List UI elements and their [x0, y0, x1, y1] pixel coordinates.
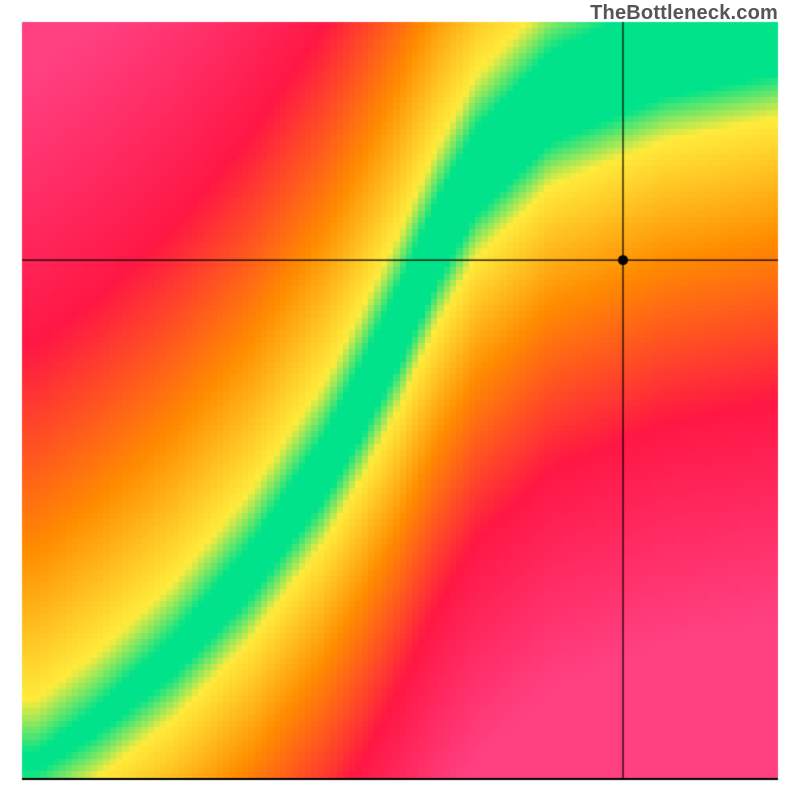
bottleneck-heatmap: [0, 0, 800, 800]
chart-container: TheBottleneck.com: [0, 0, 800, 800]
watermark-text: TheBottleneck.com: [590, 2, 778, 25]
